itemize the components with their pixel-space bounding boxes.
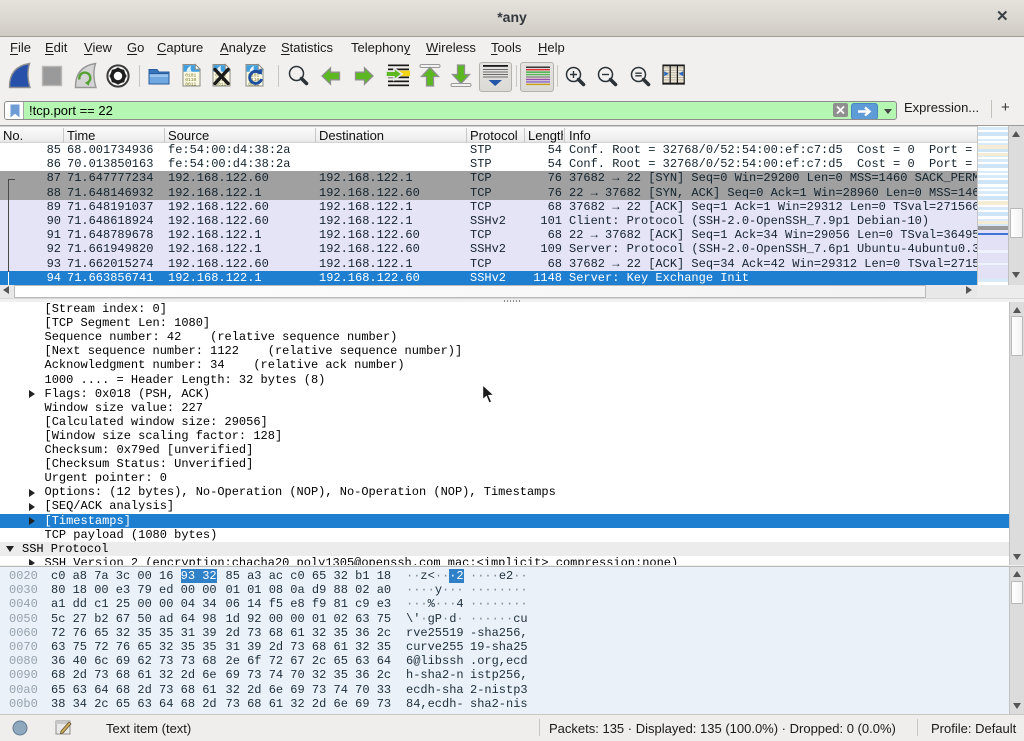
svg-text:0011: 0011 — [185, 81, 196, 87]
